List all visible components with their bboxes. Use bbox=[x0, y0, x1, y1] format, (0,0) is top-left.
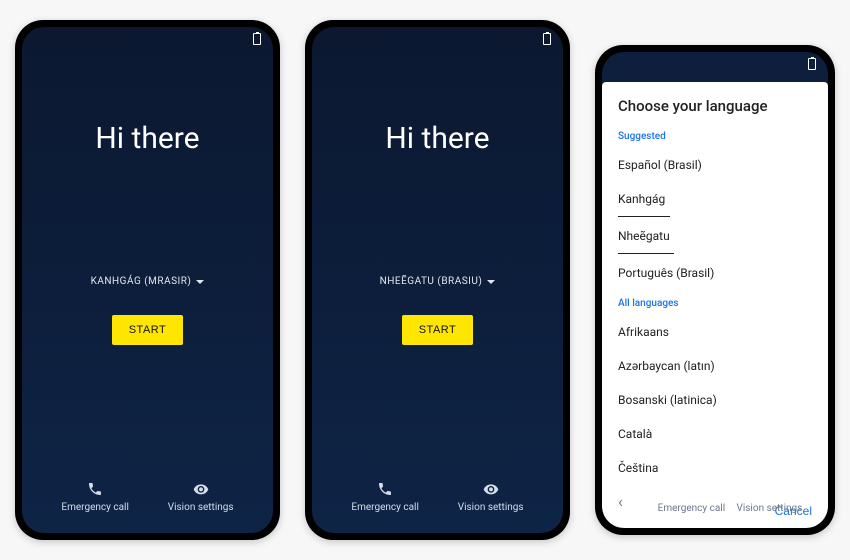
emergency-call-button[interactable]: Emergency call bbox=[351, 481, 418, 513]
language-picker-screen: Choose your language Suggested Español (… bbox=[602, 52, 828, 528]
status-bar bbox=[602, 52, 828, 76]
chevron-down-icon bbox=[196, 280, 204, 284]
status-bar bbox=[22, 27, 273, 51]
language-list[interactable]: Suggested Español (Brasil) Kanhgág Nheẽg… bbox=[602, 123, 828, 496]
phone-icon bbox=[377, 481, 393, 497]
language-option[interactable]: Bosanski (latinica) bbox=[602, 383, 828, 417]
underline-accent bbox=[618, 253, 674, 254]
greeting-text: Hi there bbox=[385, 121, 489, 156]
greeting-text: Hi there bbox=[95, 121, 199, 156]
emergency-call-button[interactable]: Emergency call bbox=[61, 481, 128, 513]
welcome-screen-2: Hi there NHEẼGATU (BRASIU) START Emergen… bbox=[312, 27, 563, 533]
emergency-call-button[interactable]: Emergency call bbox=[658, 503, 725, 514]
phone-frame-3: Choose your language Suggested Español (… bbox=[595, 45, 835, 535]
bottom-actions: Emergency call Vision settings bbox=[602, 503, 828, 528]
emergency-call-label: Emergency call bbox=[61, 502, 128, 513]
vision-settings-label: Vision settings bbox=[736, 503, 802, 514]
language-selector[interactable]: KANHGÁG (MRASIR) bbox=[91, 276, 205, 287]
language-option[interactable]: Português (Brasil) bbox=[602, 256, 828, 290]
status-bar bbox=[312, 27, 563, 51]
welcome-area: Hi there KANHGÁG (MRASIR) START bbox=[22, 51, 273, 481]
dialog-title: Choose your language bbox=[602, 82, 828, 123]
bottom-actions: Emergency call Vision settings bbox=[312, 481, 563, 533]
eye-icon bbox=[193, 481, 209, 497]
language-option[interactable]: Català bbox=[602, 417, 828, 451]
bottom-actions: Emergency call Vision settings bbox=[22, 481, 273, 533]
chevron-down-icon bbox=[487, 280, 495, 284]
battery-icon bbox=[543, 33, 551, 45]
phone-icon bbox=[87, 481, 103, 497]
emergency-call-label: Emergency call bbox=[658, 503, 725, 514]
vision-settings-button[interactable]: Vision settings bbox=[458, 481, 524, 513]
vision-settings-button[interactable]: Vision settings bbox=[168, 481, 234, 513]
language-option[interactable]: Nheẽgatu bbox=[602, 219, 828, 253]
welcome-area: Hi there NHEẼGATU (BRASIU) START bbox=[312, 51, 563, 481]
start-button[interactable]: START bbox=[112, 315, 184, 345]
language-option[interactable]: Čeština bbox=[602, 451, 828, 485]
underline-accent bbox=[618, 216, 670, 217]
suggested-section-label: Suggested bbox=[602, 123, 828, 148]
vision-settings-label: Vision settings bbox=[458, 502, 524, 513]
back-chevron-icon[interactable]: ‹ bbox=[618, 492, 623, 511]
battery-icon bbox=[808, 58, 816, 70]
language-selector[interactable]: NHEẼGATU (BRASIU) bbox=[380, 276, 496, 287]
emergency-call-label: Emergency call bbox=[351, 502, 418, 513]
language-option[interactable]: Azərbaycan (latın) bbox=[602, 349, 828, 383]
phone-frame-2: Hi there NHEẼGATU (BRASIU) START Emergen… bbox=[305, 20, 570, 540]
language-option[interactable]: Afrikaans bbox=[602, 315, 828, 349]
vision-settings-label: Vision settings bbox=[168, 502, 234, 513]
all-languages-section-label: All languages bbox=[602, 290, 828, 315]
start-button[interactable]: START bbox=[402, 315, 474, 345]
vision-settings-button[interactable]: Vision settings bbox=[736, 503, 802, 514]
phone-frame-1: Hi there KANHGÁG (MRASIR) START Emergenc… bbox=[15, 20, 280, 540]
battery-icon bbox=[253, 33, 261, 45]
language-label: KANHGÁG (MRASIR) bbox=[91, 276, 192, 287]
language-label: NHEẼGATU (BRASIU) bbox=[380, 276, 483, 287]
language-option[interactable]: Español (Brasil) bbox=[602, 148, 828, 182]
welcome-screen-1: Hi there KANHGÁG (MRASIR) START Emergenc… bbox=[22, 27, 273, 533]
language-dialog: Choose your language Suggested Español (… bbox=[602, 82, 828, 528]
eye-icon bbox=[483, 481, 499, 497]
language-option[interactable]: Kanhgág bbox=[602, 182, 828, 216]
